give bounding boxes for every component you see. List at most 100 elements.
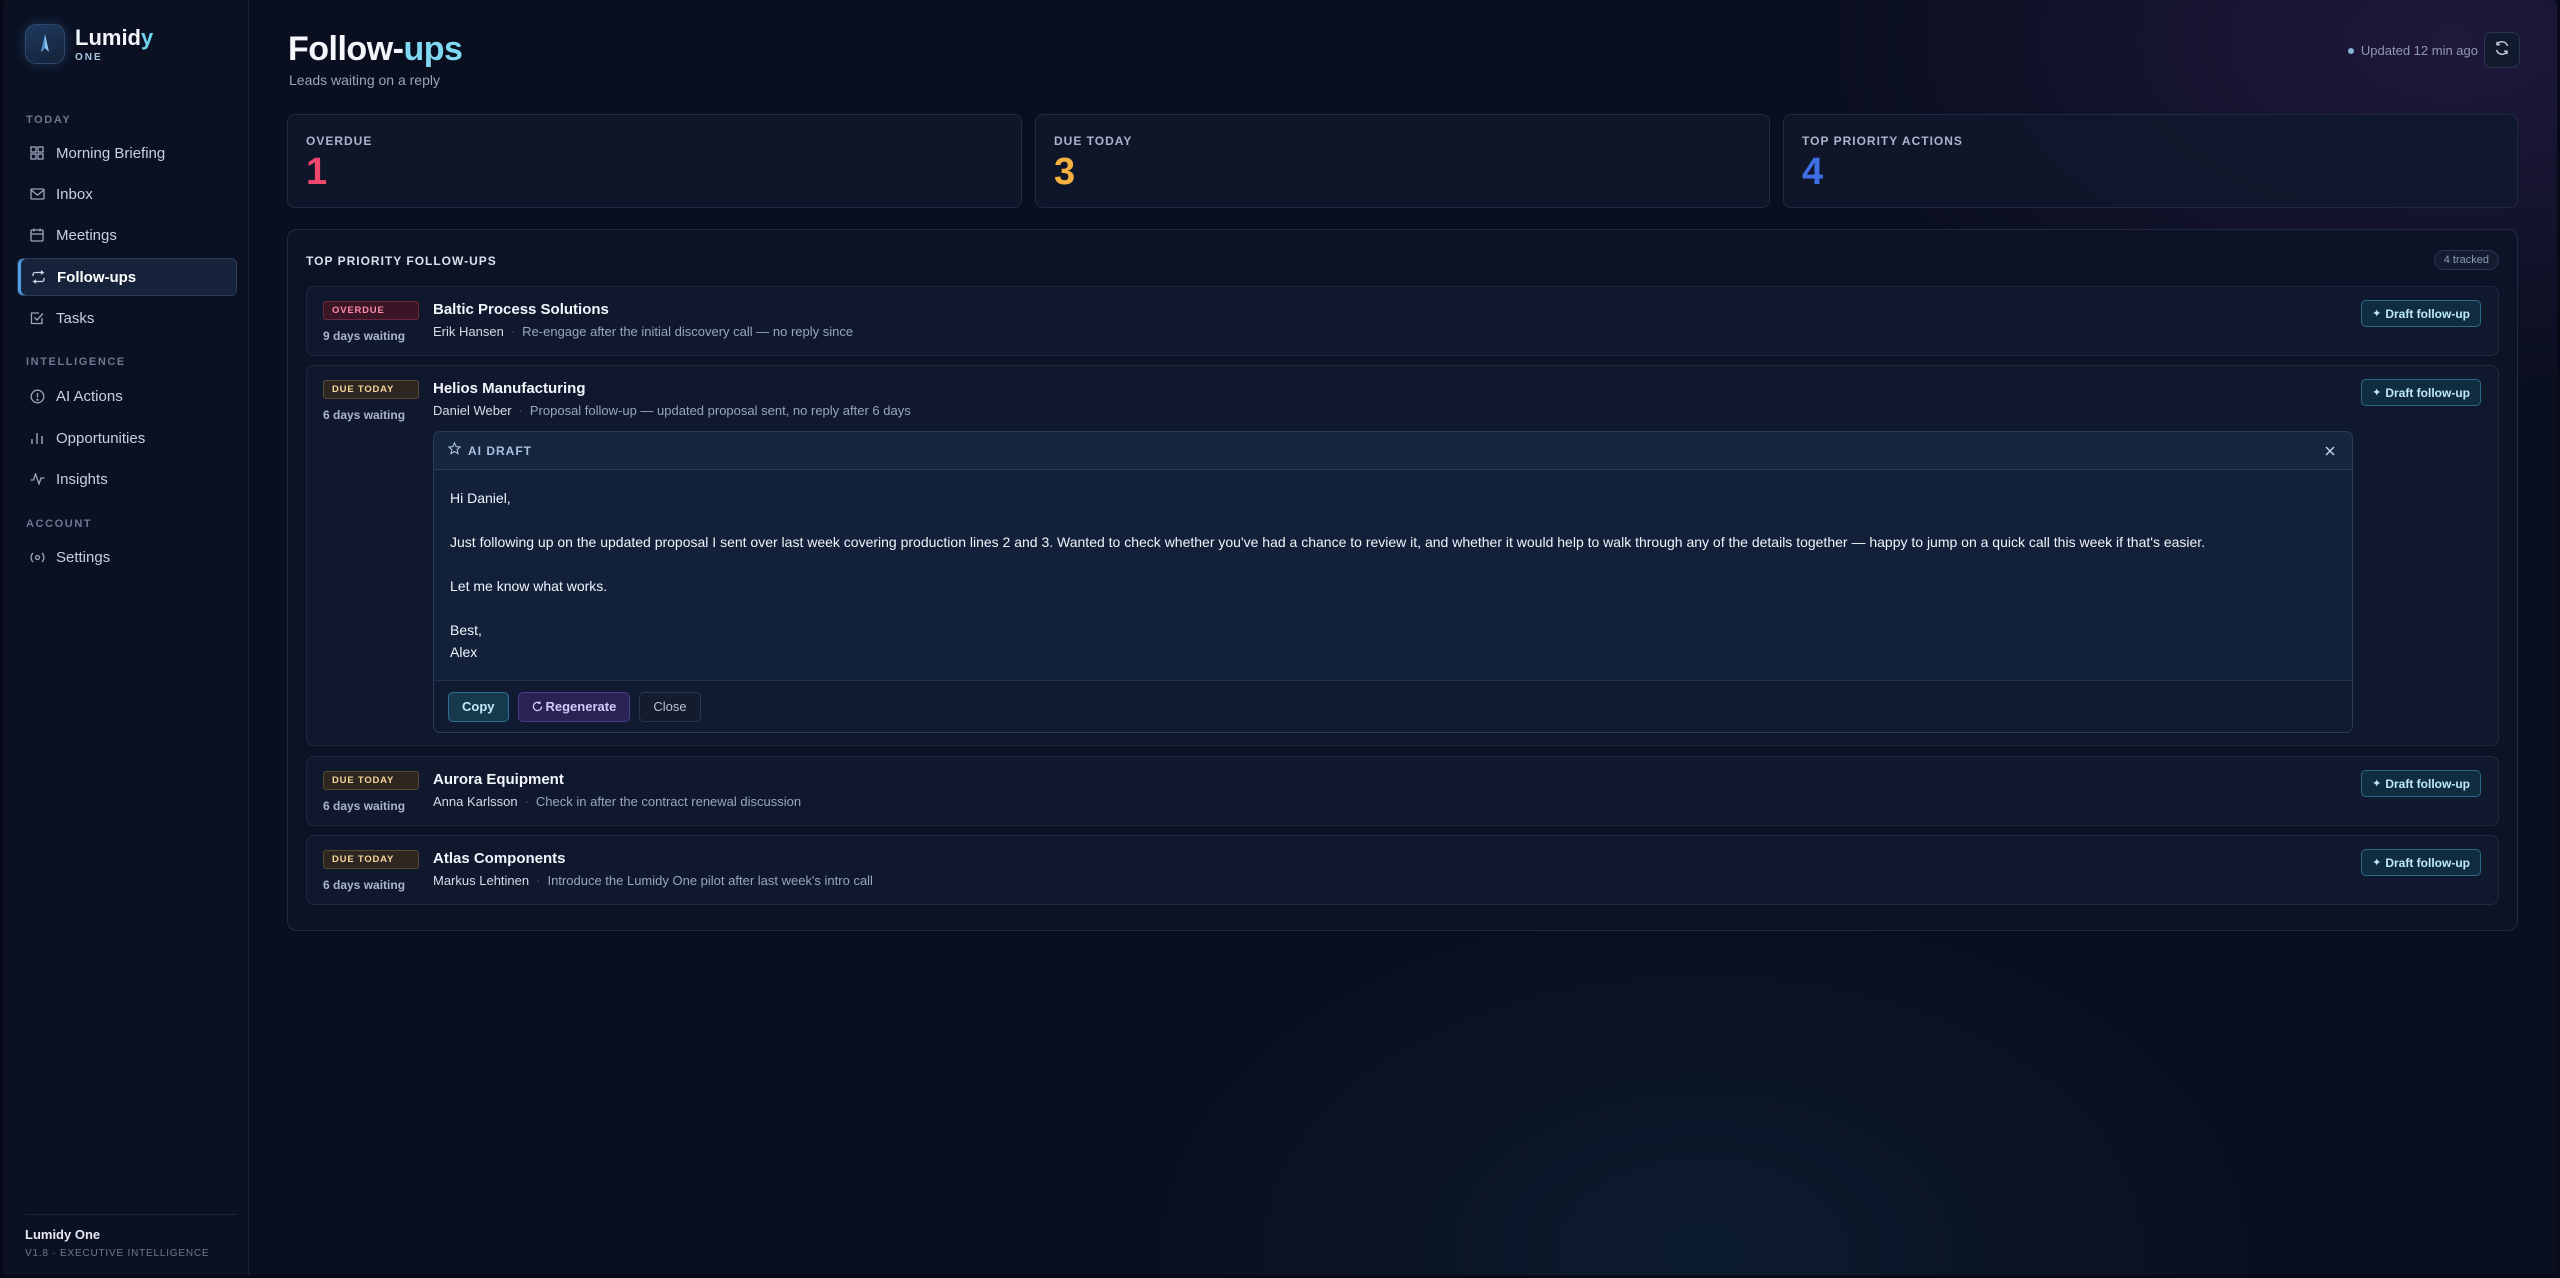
stat-card-overdue: OVERDUE 1 — [287, 114, 1022, 208]
stats-row: OVERDUE 1 DUE TODAY 3 TOP PRIORITY ACTIO… — [287, 114, 2518, 208]
sidebar-item-label: Opportunities — [56, 429, 146, 447]
waiting-time: 6 days waiting — [323, 799, 406, 813]
logo-icon — [25, 24, 65, 64]
sidebar-item-label: Insights — [56, 470, 108, 488]
info-circle-icon — [29, 388, 45, 404]
sparkle-icon: ✦ — [2372, 387, 2382, 399]
star-icon — [447, 441, 462, 460]
checkbox-icon — [29, 310, 45, 326]
sidebar-footer: Lumidy One V1.8 · EXECUTIVE INTELLIGENCE — [25, 1214, 237, 1259]
stat-card-top-priority: TOP PRIORITY ACTIONS 4 — [1783, 114, 2518, 208]
regenerate-icon — [532, 701, 543, 712]
sidebar-item-label: Follow-ups — [57, 268, 137, 286]
separator-dot: · — [536, 873, 541, 888]
sidebar-item-meetings[interactable]: Meetings — [17, 216, 237, 254]
waiting-time: 6 days waiting — [323, 408, 406, 422]
stat-value: 3 — [1054, 151, 1076, 193]
sidebar-item-inbox[interactable]: Inbox — [17, 175, 237, 213]
follow-up-row[interactable]: DUE TODAY 6 days waiting Aurora Equipmen… — [306, 756, 2499, 826]
brand-name: Lumidy — [75, 24, 154, 50]
sidebar-item-label: AI Actions — [56, 387, 123, 405]
waiting-time: 6 days waiting — [323, 878, 406, 892]
draft-greeting: Hi Daniel, — [450, 490, 511, 506]
activity-icon — [29, 471, 45, 487]
nav-section-intelligence: INTELLIGENCE — [26, 356, 126, 368]
sidebar-item-opportunities[interactable]: Opportunities — [17, 419, 237, 457]
updated-text: Updated 12 min ago — [2360, 43, 2478, 58]
ai-draft-label: AI DRAFT — [468, 443, 532, 458]
company-name: Helios Manufacturing — [433, 380, 586, 397]
draft-follow-up-button[interactable]: ✦ Draft follow-up — [2361, 300, 2481, 327]
mail-icon — [29, 186, 45, 202]
sidebar-item-label: Meetings — [56, 226, 117, 244]
copy-button[interactable]: Copy — [448, 691, 509, 722]
follow-up-row-expanded[interactable]: DUE TODAY 6 days waiting Helios Manufact… — [306, 365, 2499, 746]
follow-up-row[interactable]: DUE TODAY 6 days waiting Atlas Component… — [306, 835, 2499, 905]
sidebar-item-label: Tasks — [56, 309, 95, 327]
stat-value: 4 — [1802, 151, 1824, 193]
sidebar: Lumidy ONE TODAY Morning Briefing Inbox … — [3, 0, 249, 1275]
regenerate-button[interactable]: Regenerate — [517, 691, 631, 722]
app-window: Lumidy ONE TODAY Morning Briefing Inbox … — [3, 0, 2557, 1275]
close-icon[interactable] — [2322, 443, 2338, 459]
stat-label: OVERDUE — [306, 134, 373, 148]
sidebar-item-label: Inbox — [56, 185, 93, 203]
sidebar-item-settings[interactable]: Settings — [17, 538, 237, 576]
stat-value: 1 — [306, 151, 328, 193]
footer-title: Lumidy One — [25, 1227, 101, 1242]
row-meta: Erik Hansen · Re-engage after the initial … — [433, 324, 853, 339]
sparkle-icon: ✦ — [2372, 778, 2382, 790]
nav-section-account: ACCOUNT — [26, 518, 93, 530]
sidebar-item-follow-ups[interactable]: Follow-ups — [17, 258, 237, 296]
tracked-count-badge: 4 tracked — [2433, 250, 2499, 270]
separator-dot: · — [510, 324, 516, 339]
page-subtitle: Leads waiting on a reply — [289, 72, 440, 88]
row-meta: Anna Karlsson · Check in after the contrac… — [433, 794, 801, 809]
panel-title: TOP PRIORITY FOLLOW-UPS — [306, 254, 497, 268]
nav-section-today: TODAY — [26, 114, 72, 126]
separator-dot: · — [524, 794, 529, 809]
sparkle-icon: ✦ — [2372, 308, 2382, 320]
brand-subtitle: ONE — [75, 51, 103, 63]
stat-label: DUE TODAY — [1054, 134, 1133, 148]
follow-up-row[interactable]: OVERDUE 9 days waiting Baltic Process So… — [306, 286, 2499, 356]
sidebar-item-insights[interactable]: Insights — [17, 460, 237, 498]
draft-paragraph: Just following up on the updated proposa… — [450, 534, 2206, 550]
settings-icon — [29, 549, 45, 565]
ai-draft-body[interactable]: Hi Daniel, Just following up on the upda… — [434, 470, 2352, 680]
sidebar-item-label: Morning Briefing — [56, 144, 166, 162]
draft-follow-up-button[interactable]: ✦ Draft follow-up — [2361, 379, 2481, 406]
row-meta: Daniel Weber · Proposal follow-up — update… — [433, 403, 911, 418]
company-name: Baltic Process Solutions — [433, 301, 609, 318]
contact-name: Anna Karlsson — [433, 794, 518, 809]
draft-follow-up-button[interactable]: ✦ Draft follow-up — [2361, 770, 2481, 797]
sidebar-item-morning-briefing[interactable]: Morning Briefing — [17, 134, 237, 172]
status-badge: DUE TODAY — [323, 850, 419, 869]
brand[interactable]: Lumidy ONE — [25, 24, 153, 64]
status-badge: DUE TODAY — [323, 380, 419, 399]
close-button[interactable]: Close — [639, 691, 701, 722]
page-title: Follow-ups — [288, 30, 463, 68]
draft-signature: Alex — [450, 644, 478, 660]
status-dot-icon — [2347, 47, 2354, 54]
footer-version: V1.8 · EXECUTIVE INTELLIGENCE — [25, 1248, 210, 1259]
row-note: Introduce the Lumidy One pilot after las… — [547, 873, 873, 888]
repeat-icon — [30, 269, 46, 285]
company-name: Aurora Equipment — [433, 771, 564, 788]
row-note: Proposal follow-up — updated proposal se… — [529, 403, 911, 418]
stat-label: TOP PRIORITY ACTIONS — [1802, 134, 1963, 148]
refresh-button[interactable] — [2484, 32, 2520, 68]
row-note: Re-engage after the initial discovery ca… — [522, 324, 854, 339]
draft-follow-up-button[interactable]: ✦ Draft follow-up — [2361, 849, 2481, 876]
row-meta: Markus Lehtinen · Introduce the Lumidy One… — [433, 873, 873, 888]
company-name: Atlas Components — [433, 850, 566, 867]
bar-chart-icon — [29, 430, 45, 446]
calendar-icon — [29, 227, 45, 243]
main-content: Follow-ups Leads waiting on a reply Upda… — [249, 0, 2557, 1275]
contact-name: Daniel Weber — [433, 403, 512, 418]
ai-draft-card: AI DRAFT Hi Daniel, Just following up on… — [433, 431, 2353, 733]
sidebar-item-ai-actions[interactable]: AI Actions — [17, 377, 237, 415]
sidebar-item-tasks[interactable]: Tasks — [17, 299, 237, 337]
stat-card-due-today: DUE TODAY 3 — [1035, 114, 1770, 208]
ai-draft-actions: Copy Regenerate Close — [434, 680, 2352, 732]
